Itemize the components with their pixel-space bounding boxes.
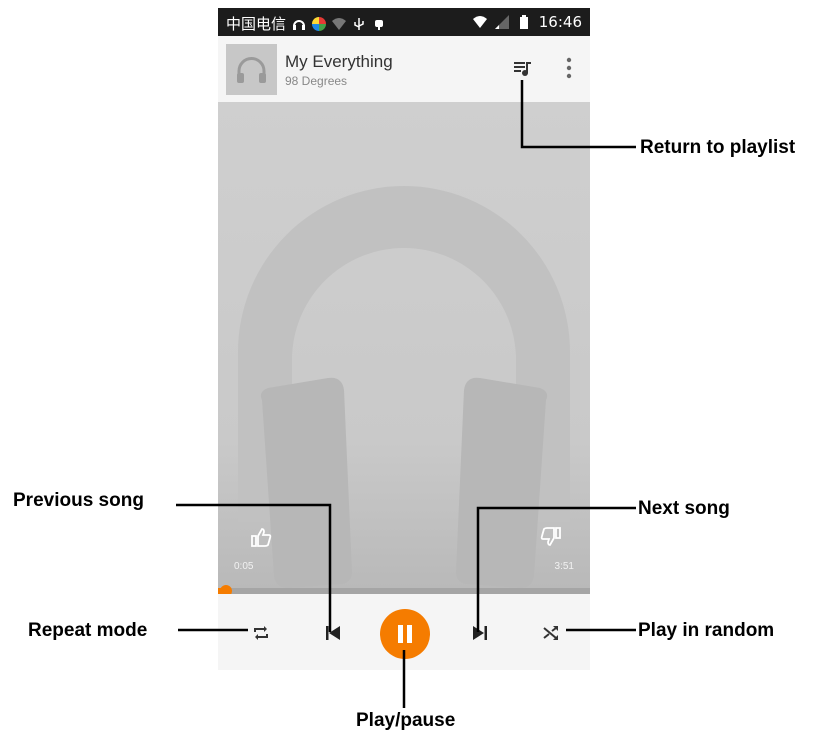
callout-return-to-playlist: Return to playlist	[640, 137, 796, 158]
callout-line-previous	[176, 503, 332, 632]
callout-next-song: Next song	[638, 498, 730, 519]
callout-line-playlist	[520, 80, 636, 149]
callout-play-pause: Play/pause	[356, 710, 456, 731]
callout-repeat-mode: Repeat mode	[28, 620, 148, 641]
callout-play-in-random: Play in random	[638, 620, 775, 641]
callout-line-next	[476, 506, 636, 632]
callout-previous-song: Previous song	[13, 490, 144, 511]
